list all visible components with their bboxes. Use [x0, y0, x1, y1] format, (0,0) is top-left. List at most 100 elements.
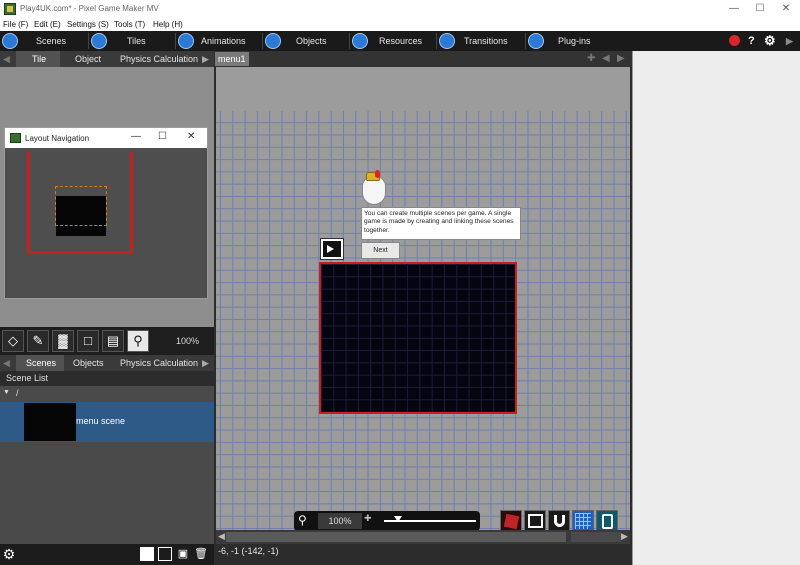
scene-area[interactable]	[319, 262, 517, 414]
tab-scenes[interactable]: Scenes	[26, 358, 56, 368]
tool-zoom-value: 100%	[176, 336, 200, 346]
objects-icon	[265, 33, 281, 49]
scene-name: menu scene	[76, 416, 126, 426]
camera-view-icon[interactable]	[596, 510, 618, 532]
layout-navigation-viewport[interactable]	[5, 148, 207, 298]
layer-display-icon[interactable]	[500, 510, 522, 532]
menu-tools[interactable]: Tools (T)	[114, 20, 145, 29]
menu-edit[interactable]: Edit (E)	[34, 20, 61, 29]
menu-help[interactable]: Help (H)	[153, 20, 183, 29]
scroll-left-icon[interactable]: ◀	[218, 531, 225, 542]
expand-triangle-icon[interactable]: ▼	[3, 389, 10, 396]
plugins-icon	[528, 33, 544, 49]
tab-scroll-right-icon[interactable]: ▶	[202, 54, 209, 65]
tab-scroll-left-icon[interactable]: ◀	[602, 53, 610, 64]
duplicate-icon[interactable]	[158, 547, 172, 561]
tutorial-tooltip: You can create multiple scenes per game.…	[361, 207, 521, 240]
tab-scroll-right-icon[interactable]: ▶	[202, 358, 209, 369]
window-title: Play4UK.com* - Pixel Game Maker MV	[20, 4, 159, 13]
tab-scroll-left-icon[interactable]: ◀	[3, 358, 10, 369]
transitions-icon	[439, 33, 455, 49]
scene-tabs: menu1 ✚ ◀ ▶	[214, 51, 632, 67]
scrollbar-thumb[interactable]	[226, 532, 566, 542]
help-icon[interactable]: ?	[748, 34, 755, 48]
toolbar-transitions[interactable]: Transitions	[437, 31, 525, 51]
tab-physics-calculation[interactable]: Physics Calculation	[120, 358, 198, 368]
menu-bar: File (F) Edit (E) Settings (S) Tools (T)…	[0, 18, 800, 31]
folder-row[interactable]: ▼ /	[0, 386, 214, 402]
layout-navigation-titlebar[interactable]: Layout Navigation — ☐ ✕	[5, 128, 207, 148]
close-button[interactable]: ✕	[187, 131, 195, 142]
expand-arrow-icon[interactable]: ▶	[786, 34, 793, 48]
maximize-button[interactable]: ☐	[158, 131, 167, 142]
record-icon[interactable]	[729, 35, 740, 46]
toolbar-animations[interactable]: Animations	[176, 31, 262, 51]
minimize-button[interactable]: —	[131, 131, 141, 142]
toolbar-tiles[interactable]: Tiles	[89, 31, 175, 51]
magnet-icon[interactable]	[548, 510, 570, 532]
toolbar-resources[interactable]: Resources	[350, 31, 436, 51]
zoom-slider-handle[interactable]	[394, 516, 402, 522]
zoom-value[interactable]: 100%	[318, 513, 362, 529]
resources-icon	[352, 33, 368, 49]
zoom-stepper-icon[interactable]: ✚	[364, 513, 372, 524]
pencil-tool-icon[interactable]: ✎	[27, 330, 49, 352]
layout-display-icon[interactable]	[524, 510, 546, 532]
layout-navigation-title: Layout Navigation	[25, 134, 90, 143]
tab-physics-calculation[interactable]: Physics Calculation	[120, 54, 198, 64]
tiles-icon	[91, 33, 107, 49]
animations-icon	[178, 33, 194, 49]
scene-thumbnail	[24, 403, 76, 441]
select-tool-icon[interactable]: □	[77, 330, 99, 352]
maximize-button[interactable]: ☐	[752, 2, 768, 16]
title-bar: Play4UK.com* - Pixel Game Maker MV — ☐ ✕	[0, 0, 800, 18]
scrollbar-track	[571, 532, 621, 542]
gear-icon[interactable]: ⚙	[764, 34, 776, 48]
tab-scroll-left-icon[interactable]: ◀	[3, 54, 10, 65]
minimize-button[interactable]: —	[726, 2, 742, 16]
right-empty-panel	[632, 51, 800, 565]
left-bottom-bar: ⚙ ▣ 🗑	[0, 544, 214, 565]
edit-tools-row: ◇ ✎ ▓ □ ▤ ⚲ 100%	[0, 327, 214, 355]
toolbar-scenes[interactable]: Scenes	[0, 31, 88, 51]
add-tab-icon[interactable]: ✚	[587, 53, 595, 64]
app-icon	[4, 3, 16, 15]
toolbar-objects[interactable]: Objects	[263, 31, 349, 51]
tab-menu1[interactable]: menu1	[215, 52, 249, 66]
app-icon	[10, 133, 21, 143]
scene-canvas[interactable]: You can create multiple scenes per game.…	[216, 67, 630, 532]
grid-toggle-icon[interactable]	[572, 510, 594, 532]
scene-list-header: Scene List	[0, 371, 214, 386]
tab-objects[interactable]: Objects	[73, 358, 104, 368]
layout-tool-icon[interactable]: ▤	[102, 330, 124, 352]
coordinates-status: -6, -1 (-142, -1)	[216, 544, 630, 565]
tab-object[interactable]: Object	[75, 54, 101, 64]
new-scene-icon[interactable]	[140, 547, 154, 561]
folder-name: /	[16, 388, 19, 398]
new-folder-icon[interactable]: ▣	[176, 547, 190, 561]
zoom-bar: ⚲ 100% ✚	[294, 511, 480, 531]
scenes-icon	[2, 33, 18, 49]
camera-icon[interactable]	[320, 238, 344, 260]
toolbar-plugins[interactable]: Plug-ins	[526, 31, 612, 51]
horizontal-scrollbar[interactable]: ◀ ▶	[216, 530, 630, 544]
fill-tool-icon[interactable]: ▓	[52, 330, 74, 352]
eraser-tool-icon[interactable]: ◇	[2, 330, 24, 352]
trash-icon[interactable]: 🗑	[194, 547, 208, 561]
menu-settings[interactable]: Settings (S)	[67, 20, 109, 29]
list-item[interactable]: menu scene	[0, 402, 214, 442]
scroll-right-icon[interactable]: ▶	[621, 531, 628, 542]
tab-scroll-right-icon[interactable]: ▶	[617, 53, 625, 64]
left-bottom-tabs: ◀ Scenes Objects Physics Calculation ▶	[0, 355, 214, 371]
menu-file[interactable]: File (F)	[3, 20, 28, 29]
camera-bounds	[55, 186, 107, 226]
left-top-tabs: ◀ Tile Object Physics Calculation ▶	[0, 51, 214, 67]
magnifier-tool-icon[interactable]: ⚲	[127, 330, 149, 352]
tab-tile[interactable]: Tile	[32, 54, 46, 64]
next-button[interactable]: Next	[361, 242, 400, 259]
main-toolbar: Scenes Tiles Animations Objects Resource…	[0, 31, 800, 51]
magnifier-icon: ⚲	[298, 513, 307, 527]
close-button[interactable]: ✕	[778, 2, 794, 16]
gear-icon[interactable]: ⚙	[2, 547, 16, 561]
layout-navigation-window: Layout Navigation — ☐ ✕	[4, 127, 208, 299]
